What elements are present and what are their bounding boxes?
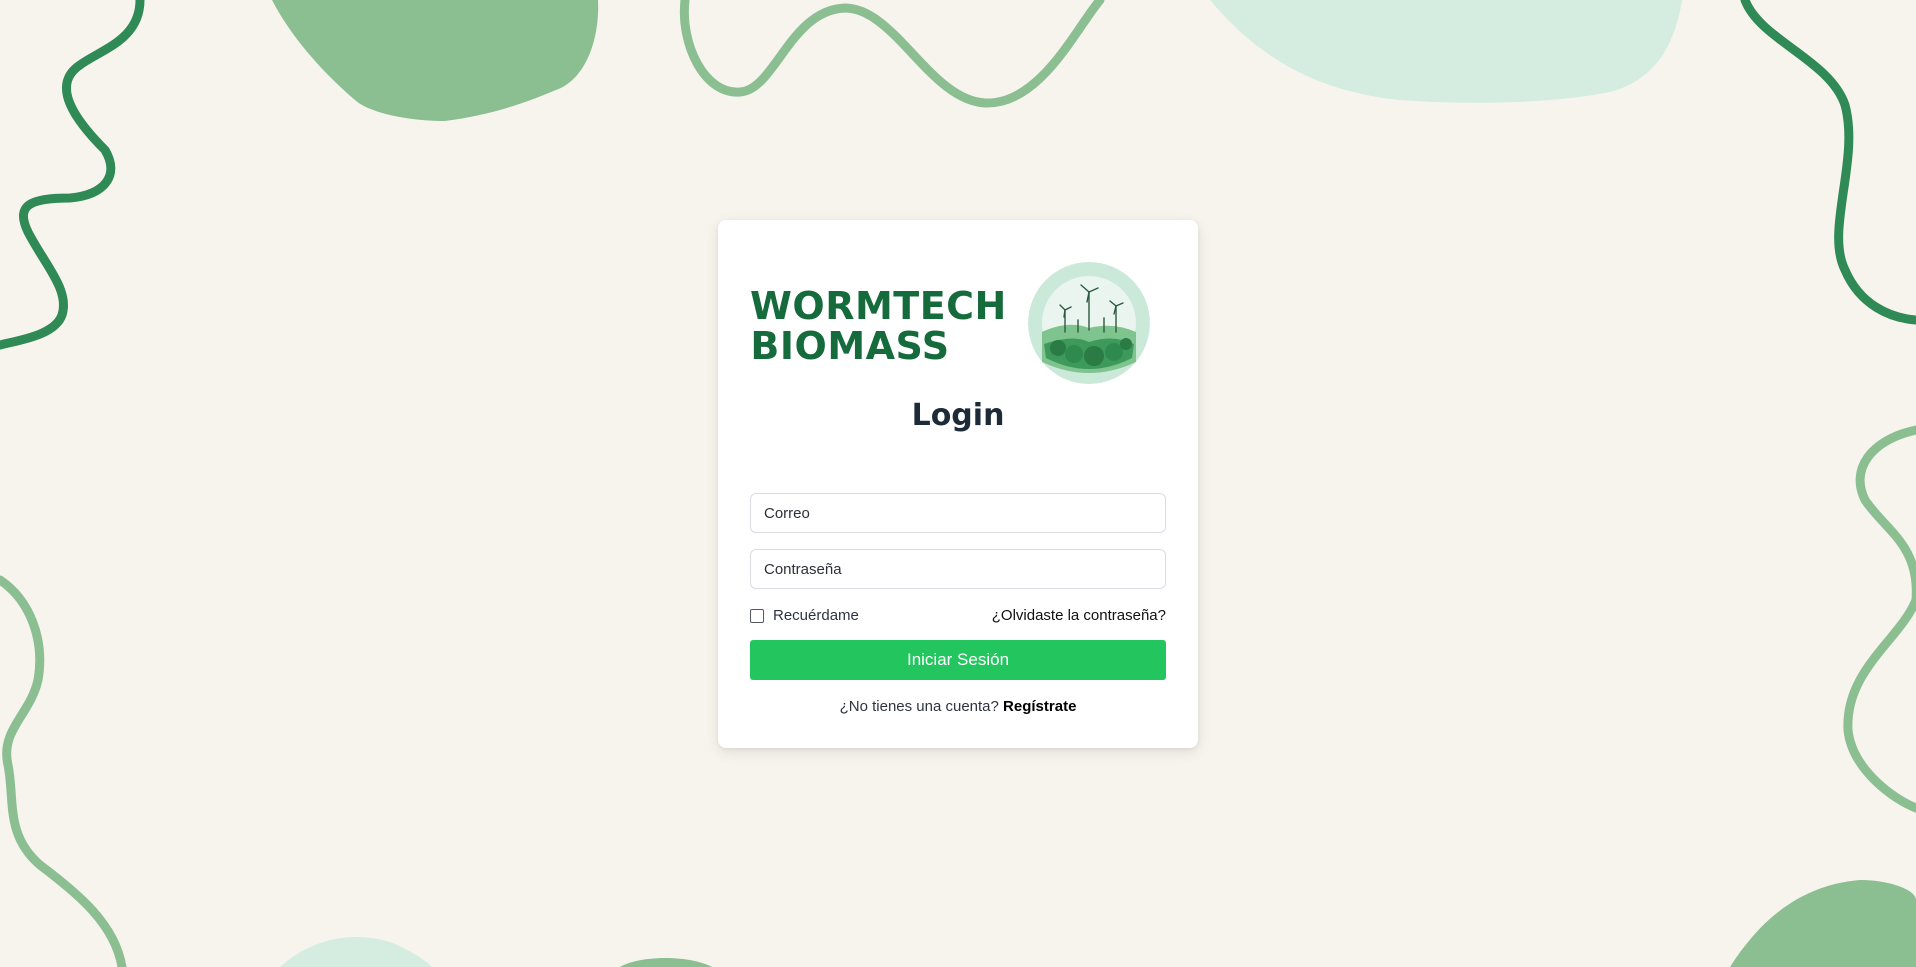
squiggle-line	[679, 0, 1105, 108]
squiggle-line	[1843, 425, 1916, 813]
blob-shape	[272, 0, 599, 121]
squiggle-line	[1740, 0, 1916, 325]
register-prompt-text: ¿No tienes una cuenta?	[839, 698, 999, 715]
squiggle-line	[0, 0, 145, 350]
wind-turbine-landscape-icon	[1028, 262, 1150, 384]
password-field[interactable]	[750, 549, 1166, 589]
squiggle-line	[0, 575, 127, 967]
register-link[interactable]: Regístrate	[1003, 698, 1076, 715]
brand-line-2: BIOMASS	[750, 324, 950, 368]
blob-shape	[1730, 880, 1916, 967]
page-title: Login	[911, 398, 1005, 433]
register-prompt: ¿No tienes una cuenta? Regístrate	[718, 698, 1198, 715]
blob-shape	[1210, 0, 1682, 103]
brand-name: WORMTECH BIOMASS	[750, 284, 1007, 368]
forgot-password-link[interactable]: ¿Olvidaste la contraseña?	[992, 607, 1166, 624]
remember-me-toggle[interactable]: Recuérdame	[750, 607, 859, 624]
remember-me-checkbox[interactable]	[750, 608, 764, 623]
blob-shape	[280, 936, 432, 967]
blob-shape	[620, 958, 712, 967]
remember-me-label: Recuérdame	[773, 607, 859, 624]
login-card: WORMTECH BIOMASS Login Correo Recuérdame…	[718, 220, 1198, 748]
brand-line-1: WORMTECH	[750, 284, 1007, 328]
login-button[interactable]: Iniciar Sesión	[750, 640, 1166, 680]
email-field[interactable]	[750, 493, 1166, 533]
